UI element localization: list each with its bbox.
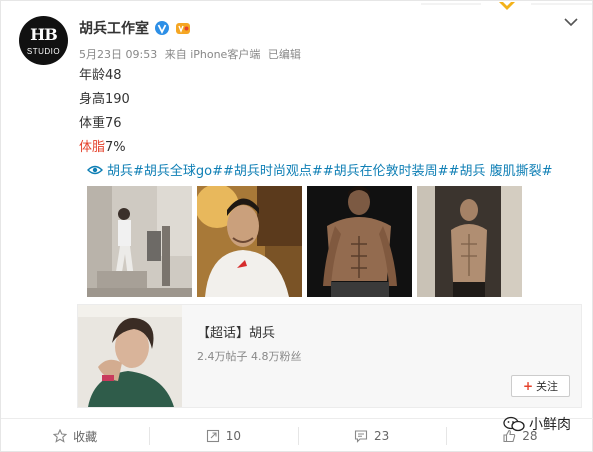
wechat-bubble-icon	[503, 416, 525, 432]
height-line: 身高190	[79, 92, 130, 107]
bodyfat-label: 体脂	[79, 140, 106, 155]
comment-count: 23	[373, 429, 390, 443]
photo-2[interactable]	[197, 186, 302, 297]
post-date[interactable]: 5月23日 09:53	[79, 48, 157, 61]
post-meta: 5月23日 09:53 来自 iPhone客户端 已编辑	[79, 46, 305, 62]
favorite-label: 收藏	[73, 429, 98, 444]
comment-icon	[354, 430, 368, 443]
follow-button[interactable]: + 关注	[511, 375, 570, 397]
repost-icon	[206, 429, 219, 443]
comment-button[interactable]: 23	[297, 419, 446, 452]
age-line: 年龄48	[79, 68, 122, 83]
photo-4[interactable]	[417, 186, 522, 297]
topic-stats: 2.4万帖子 4.8万粉丝	[197, 350, 302, 363]
topic-title[interactable]: 【超话】胡兵	[197, 322, 275, 341]
weight-line: 体重76	[79, 116, 122, 131]
photo-1[interactable]	[87, 186, 192, 297]
top-ornament	[421, 2, 593, 10]
post-edited: 已编辑	[267, 48, 301, 61]
post-source: 来自 iPhone客户端	[164, 48, 261, 61]
hashtag-row: 胡兵#胡兵全球go##胡兵时尚观点##胡兵在伦敦时装周##胡兵 腹肌撕裂#	[87, 160, 552, 179]
watermark-text: 小鲜肉	[529, 417, 571, 433]
watermark: 小鲜肉	[503, 414, 571, 434]
weibo-post-card: HB STUDIO 胡兵工作室 5月23日 09:53 来自 iPhone客户端…	[0, 0, 593, 452]
post-body: 年龄48 身高190 体重76 体脂7%	[79, 67, 130, 163]
vip-icon[interactable]	[175, 21, 191, 35]
avatar-logo-sub: STUDIO	[26, 47, 61, 56]
chevron-down-icon[interactable]	[564, 17, 578, 27]
photo-grid	[87, 186, 522, 297]
eye-icon	[87, 165, 103, 174]
star-icon	[53, 429, 68, 443]
author-row: 胡兵工作室	[79, 18, 191, 38]
bodyfat-value: 7%	[105, 140, 126, 155]
favorite-button[interactable]: 收藏	[1, 419, 149, 452]
repost-button[interactable]: 10	[149, 419, 297, 452]
topic-cover-image	[78, 305, 182, 407]
follow-label: 关注	[536, 380, 559, 393]
super-topic-card[interactable]: 【超话】胡兵 2.4万帖子 4.8万粉丝 + 关注	[77, 304, 582, 408]
author-name[interactable]: 胡兵工作室	[79, 18, 149, 38]
photo-3[interactable]	[307, 186, 412, 297]
avatar-logo: HB	[30, 25, 58, 44]
plus-icon: +	[522, 379, 534, 393]
avatar[interactable]: HB STUDIO	[19, 16, 68, 65]
verified-v-icon	[155, 21, 169, 35]
repost-count: 10	[225, 429, 242, 443]
hashtag-links[interactable]: 胡兵#胡兵全球go##胡兵时尚观点##胡兵在伦敦时装周##胡兵 腹肌撕裂#	[107, 160, 552, 179]
